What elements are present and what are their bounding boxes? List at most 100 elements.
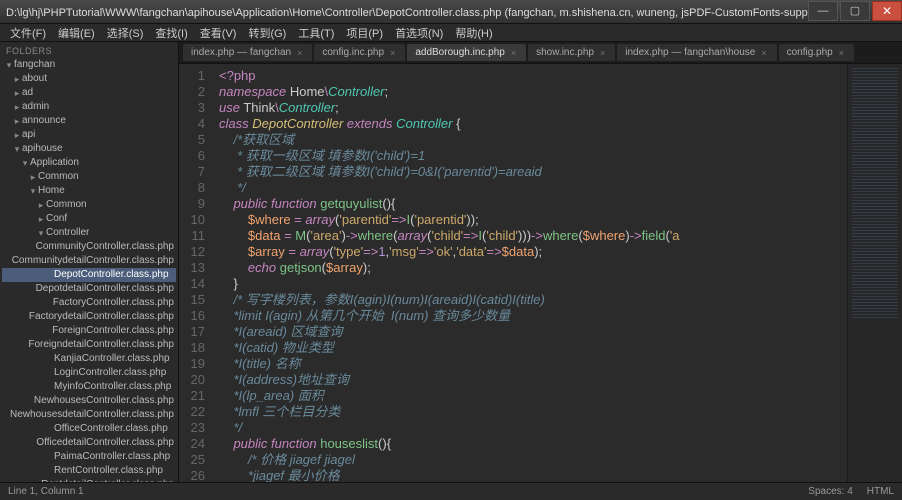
close-icon[interactable]: × xyxy=(839,48,844,58)
close-icon[interactable]: × xyxy=(600,48,605,58)
code-line[interactable]: namespace Home\Controller; xyxy=(219,84,902,100)
code-line[interactable]: public function getquyulist(){ xyxy=(219,196,902,212)
tree-item-label: fangchan xyxy=(14,59,55,71)
tree-item-label: apihouse xyxy=(22,143,63,155)
close-icon[interactable]: × xyxy=(761,48,766,58)
menu-item[interactable]: 工具(T) xyxy=(292,25,340,41)
code-line[interactable]: echo getjson($array); xyxy=(219,260,902,276)
code-line[interactable]: *limit I(agin) 从第几个开始 I(num) 查询多少数量 xyxy=(219,308,902,324)
code-line[interactable]: $array = array('type'=>1,'msg'=>'ok','da… xyxy=(219,244,902,260)
menu-item[interactable]: 帮助(H) xyxy=(449,25,498,41)
tree-item[interactable]: OfficeController.class.php xyxy=(2,422,176,436)
tree-item[interactable]: RentController.class.php xyxy=(2,464,176,478)
tree-item[interactable]: ▸about xyxy=(2,72,176,86)
tree-item[interactable]: ▾apihouse xyxy=(2,142,176,156)
tree-item[interactable]: CommunitydetailController.class.php xyxy=(2,254,176,268)
code-line[interactable]: *jiagef 最小价格 xyxy=(219,468,902,482)
tree-item[interactable]: FactoryController.class.php xyxy=(2,296,176,310)
tree-item[interactable]: LoginController.class.php xyxy=(2,366,176,380)
status-spaces[interactable]: Spaces: 4 xyxy=(808,486,852,497)
tree-item[interactable]: DepotdetailController.class.php xyxy=(2,282,176,296)
code-line[interactable]: /* 价格 jiagef jiagel xyxy=(219,452,902,468)
menu-item[interactable]: 首选项(N) xyxy=(389,25,449,41)
close-button[interactable]: ✕ xyxy=(872,1,902,21)
code-line[interactable]: *I(lp_area) 面积 xyxy=(219,388,902,404)
tab-label: show.inc.php xyxy=(536,47,594,58)
tree-item[interactable]: KanjiaController.class.php xyxy=(2,352,176,366)
tree-item[interactable]: ▸ad xyxy=(2,86,176,100)
editor-tab[interactable]: config.php× xyxy=(779,44,854,61)
sidebar[interactable]: FOLDERS ▾fangchan▸about▸ad▸admin▸announc… xyxy=(0,42,179,482)
status-language[interactable]: HTML xyxy=(867,486,894,497)
close-icon[interactable]: × xyxy=(511,48,516,58)
code-line[interactable]: /* 写字楼列表，参数I(agin)I(num)I(areaid)I(catid… xyxy=(219,292,902,308)
menu-item[interactable]: 编辑(E) xyxy=(52,25,101,41)
menu-item[interactable]: 查找(I) xyxy=(149,25,193,41)
code-line[interactable]: <?php xyxy=(219,68,902,84)
maximize-button[interactable]: ▢ xyxy=(840,1,870,21)
menu-item[interactable]: 项目(P) xyxy=(340,25,389,41)
tree-item[interactable]: ▸Common xyxy=(2,198,176,212)
tree-item[interactable]: DepotController.class.php xyxy=(2,268,176,282)
line-number: 1 xyxy=(179,68,205,84)
tree-item[interactable]: RentdetailController.class.php xyxy=(2,478,176,482)
tree-item[interactable]: MyinfoController.class.php xyxy=(2,380,176,394)
chevron-icon: ▾ xyxy=(36,227,46,239)
code-line[interactable]: * 获取一级区域 填参数I('child')=1 xyxy=(219,148,902,164)
code-line[interactable]: /*获取区域 xyxy=(219,132,902,148)
tree-item[interactable]: OfficedetailController.class.php xyxy=(2,436,176,450)
editor-tab[interactable]: index.php — fangchan× xyxy=(183,44,312,61)
editor-tab[interactable]: addBorough.inc.php× xyxy=(407,44,526,61)
code-line[interactable]: public function houseslist(){ xyxy=(219,436,902,452)
tree-item[interactable]: ForeigndetailController.class.php xyxy=(2,338,176,352)
code-line[interactable]: class DepotController extends Controller… xyxy=(219,116,902,132)
tab-bar[interactable]: index.php — fangchan×config.inc.php×addB… xyxy=(179,42,902,64)
tree-item[interactable]: ▸api xyxy=(2,128,176,142)
menu-item[interactable]: 查看(V) xyxy=(194,25,243,41)
tree-item[interactable]: ▾fangchan xyxy=(2,58,176,72)
code-line[interactable]: *I(address)地址查询 xyxy=(219,372,902,388)
tree-item[interactable]: NewhousesController.class.php xyxy=(2,394,176,408)
tree-item[interactable]: FactorydetailController.class.php xyxy=(2,310,176,324)
code-line[interactable]: * 获取二级区域 填参数I('child')=0&I('parentid')=a… xyxy=(219,164,902,180)
editor-tab[interactable]: show.inc.php × xyxy=(528,44,615,61)
tree-item[interactable]: ▸Common xyxy=(2,170,176,184)
code-line[interactable]: *I(areaid) 区域查询 xyxy=(219,324,902,340)
menu-item[interactable]: 文件(F) xyxy=(4,25,52,41)
code-line[interactable]: *lmfl 三个栏目分类 xyxy=(219,404,902,420)
tree-item[interactable]: ▾Home xyxy=(2,184,176,198)
tree-item[interactable]: ▾Controller xyxy=(2,226,176,240)
tree-item[interactable]: ▸admin xyxy=(2,100,176,114)
code-text[interactable]: <?phpnamespace Home\Controller;use Think… xyxy=(213,64,902,482)
tree-item[interactable]: ▸announce xyxy=(2,114,176,128)
status-position[interactable]: Line 1, Column 1 xyxy=(8,486,84,497)
tree-item[interactable]: ▾Application xyxy=(2,156,176,170)
code-line[interactable]: $where = array('parentid'=>I('parentid')… xyxy=(219,212,902,228)
code-line[interactable]: */ xyxy=(219,180,902,196)
code-line[interactable]: */ xyxy=(219,420,902,436)
editor-tab[interactable]: index.php — fangchan\house× xyxy=(617,44,776,61)
minimap[interactable] xyxy=(847,64,902,482)
tree-item[interactable]: ForeignController.class.php xyxy=(2,324,176,338)
close-icon[interactable]: × xyxy=(390,48,395,58)
menu-item[interactable]: 选择(S) xyxy=(101,25,150,41)
code-line[interactable]: $data = M('area')->where(array('child'=>… xyxy=(219,228,902,244)
tree-item[interactable]: ▸Conf xyxy=(2,212,176,226)
line-number: 10 xyxy=(179,212,205,228)
menu-item[interactable]: 转到(G) xyxy=(242,25,292,41)
line-number: 4 xyxy=(179,116,205,132)
tree-item-label: admin xyxy=(22,101,49,113)
tree-item[interactable]: CommunityController.class.php xyxy=(2,240,176,254)
chevron-icon: ▸ xyxy=(12,73,22,85)
tree-item[interactable]: PaimaController.class.php xyxy=(2,450,176,464)
code-line[interactable]: use Think\Controller; xyxy=(219,100,902,116)
close-icon[interactable]: × xyxy=(297,48,302,58)
code-editor[interactable]: 1234567891011121314151617181920212223242… xyxy=(179,64,902,482)
tree-item[interactable]: NewhousesdetailController.class.php xyxy=(2,408,176,422)
code-line[interactable]: *I(catid) 物业类型 xyxy=(219,340,902,356)
folder-tree[interactable]: ▾fangchan▸about▸ad▸admin▸announce▸api▾ap… xyxy=(0,58,178,482)
editor-tab[interactable]: config.inc.php× xyxy=(314,44,405,61)
code-line[interactable]: } xyxy=(219,276,902,292)
code-line[interactable]: *I(title) 名称 xyxy=(219,356,902,372)
minimize-button[interactable]: — xyxy=(808,1,838,21)
